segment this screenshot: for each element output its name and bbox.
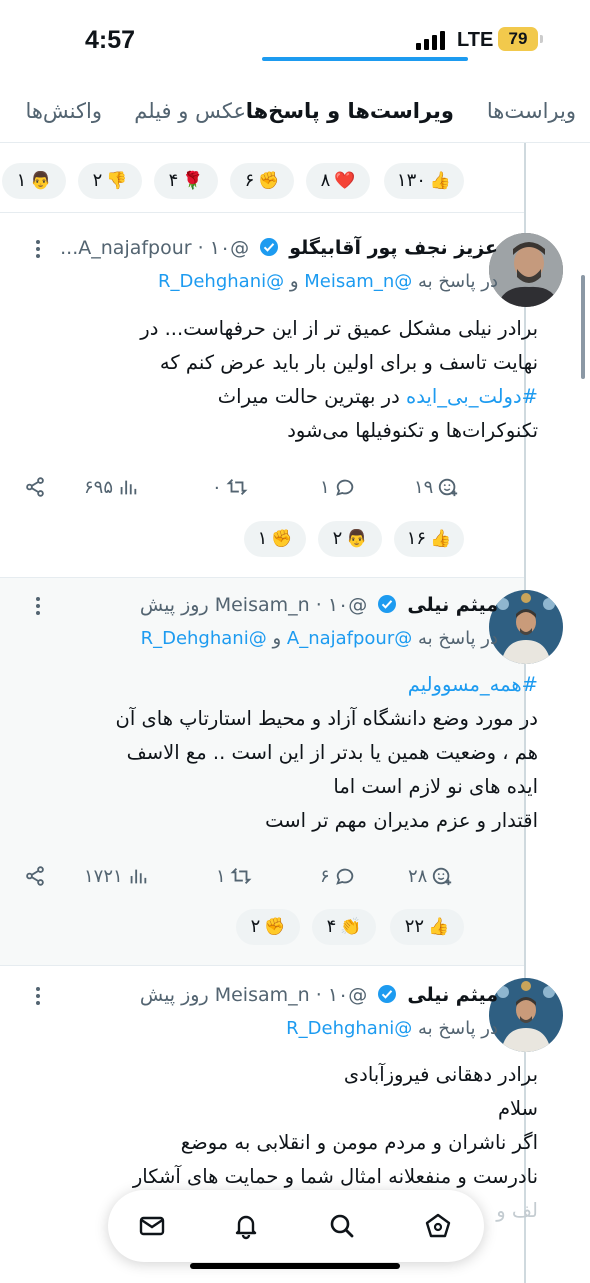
mention-link[interactable]: @Meisam_n xyxy=(304,271,412,292)
reply-count[interactable]: ۱ xyxy=(320,470,356,504)
reactions-row: 👍۱۳۰ ❤️۸ ✊۶ 🌹۴ 👎۲ 👨۱ xyxy=(0,163,470,201)
reaction-chip[interactable]: 👍۱۳۰ xyxy=(384,163,464,199)
reactions-row: 👍۱۶ 👨۲ ✊۱ xyxy=(0,521,470,559)
share-icon[interactable] xyxy=(24,859,46,893)
author-name[interactable]: میثم نیلی xyxy=(407,984,498,1006)
mention-link[interactable]: @R_Dehghani xyxy=(141,628,267,649)
more-options-icon[interactable] xyxy=(30,985,46,1009)
divider xyxy=(0,965,524,966)
views-count[interactable]: ۶۹۵ xyxy=(84,470,139,504)
reply-context: در پاسخ به @R_Dehghani xyxy=(286,1018,498,1039)
mention-link[interactable]: @R_Dehghani xyxy=(158,271,284,292)
tab-posts[interactable]: ویراست‌ها xyxy=(487,82,576,140)
reaction-chip[interactable]: 👍۲۲ xyxy=(390,909,464,945)
reaction-chip[interactable]: 👎۲ xyxy=(78,163,142,199)
reply-icon xyxy=(335,479,353,496)
repost-icon xyxy=(230,868,252,884)
battery-cap xyxy=(540,35,543,43)
add-reaction-icon xyxy=(433,867,452,886)
avatar[interactable] xyxy=(489,590,563,664)
tab-reactions[interactable]: واکنش‌ها xyxy=(25,82,102,140)
home-icon[interactable] xyxy=(424,1212,452,1240)
more-options-icon[interactable] xyxy=(30,595,46,619)
mail-icon[interactable] xyxy=(138,1212,166,1240)
verified-icon xyxy=(378,985,397,1003)
active-tab-indicator xyxy=(262,57,468,61)
reply-count[interactable]: ۶ xyxy=(320,859,356,893)
reaction-chip[interactable]: ✊۲ xyxy=(236,909,300,945)
avatar[interactable] xyxy=(489,233,563,307)
like-count[interactable]: ۲۸ xyxy=(408,859,453,893)
reaction-chip[interactable]: ❤️۸ xyxy=(306,163,370,199)
verified-icon xyxy=(378,595,397,613)
reaction-chip[interactable]: 👨۲ xyxy=(318,521,382,557)
search-icon[interactable] xyxy=(328,1212,356,1240)
reply-icon xyxy=(335,868,353,885)
reaction-chip[interactable]: 👨۱ xyxy=(2,163,66,199)
home-indicator xyxy=(190,1263,400,1269)
mention-link[interactable]: @A_najafpour xyxy=(287,628,412,649)
status-time: 4:57 xyxy=(85,26,136,54)
like-count[interactable]: ۱۹ xyxy=(414,470,459,504)
repost-icon xyxy=(226,479,248,495)
add-reaction-icon xyxy=(439,478,458,497)
views-icon xyxy=(130,869,146,884)
author-name[interactable]: عزیز نجف پور آقابیگلو xyxy=(289,237,498,259)
divider xyxy=(0,212,524,213)
repost-count[interactable]: ۱ xyxy=(216,859,252,893)
tab-media[interactable]: عکس و فیلم xyxy=(134,82,246,140)
reaction-chip[interactable]: ✊۱ xyxy=(244,521,306,557)
repost-count[interactable]: ۰ xyxy=(212,470,248,504)
views-count[interactable]: ۱۷۲۱ xyxy=(84,859,149,893)
profile-tabs: ویراست‌ها ویراست‌ها و پاسخ‌ها عکس و فیلم… xyxy=(0,82,590,143)
share-icon[interactable] xyxy=(24,470,46,504)
hashtag-link[interactable]: #همه_مسوولیم xyxy=(408,673,538,696)
avatar[interactable] xyxy=(489,978,563,1052)
reactions-row: 👍۲۲ 👏۴ ✊۲ xyxy=(0,909,470,947)
divider xyxy=(0,577,524,578)
reply-context: در پاسخ به @A_najafpour و @R_Dehghani xyxy=(140,628,498,649)
scrollbar[interactable] xyxy=(581,275,585,379)
bottom-nav xyxy=(108,1190,484,1262)
reaction-chip[interactable]: 👏۴ xyxy=(312,909,376,945)
reaction-chip[interactable]: 👍۱۶ xyxy=(394,521,464,557)
tweet-actions: ۶۹۵ ۰ ۱ ۱۹ xyxy=(24,470,474,504)
network-label: LTE xyxy=(457,29,494,51)
tweet-header: میثم نیلی @Meisam_n · ۱۰ روز پیش xyxy=(139,984,498,1006)
tweet-header: عزیز نجف پور آقابیگلو @A_najafpour · ۱۰.… xyxy=(60,237,498,259)
signal-icon xyxy=(416,30,448,50)
more-options-icon[interactable] xyxy=(30,238,46,262)
mention-link[interactable]: @R_Dehghani xyxy=(286,1018,412,1039)
tweet-actions: ۱۷۲۱ ۱ ۶ ۲۸ xyxy=(24,859,474,893)
status-bar: 4:57 LTE 79 xyxy=(0,0,590,80)
reply-context: در پاسخ به @Meisam_n و @R_Dehghani xyxy=(157,271,498,292)
battery-icon: 79 xyxy=(498,27,538,51)
tweet-body: برادر نیلی مشکل عمیق تر از این حرفهاست..… xyxy=(140,317,538,442)
hashtag-link[interactable]: #دولت_بی_ایده xyxy=(406,385,538,408)
tweet-header: میثم نیلی @Meisam_n · ۱۰ روز پیش xyxy=(139,594,498,616)
reaction-chip[interactable]: ✊۶ xyxy=(230,163,294,199)
verified-icon xyxy=(260,238,279,256)
bell-icon[interactable] xyxy=(232,1212,260,1240)
reaction-chip[interactable]: 🌹۴ xyxy=(154,163,218,199)
views-icon xyxy=(120,480,137,495)
author-name[interactable]: میثم نیلی xyxy=(407,594,498,616)
tweet-body: #همه_مسوولیم در مورد وضع دانشگاه آزاد و … xyxy=(115,673,538,832)
tab-posts-and-replies[interactable]: ویراست‌ها و پاسخ‌ها xyxy=(246,82,454,140)
